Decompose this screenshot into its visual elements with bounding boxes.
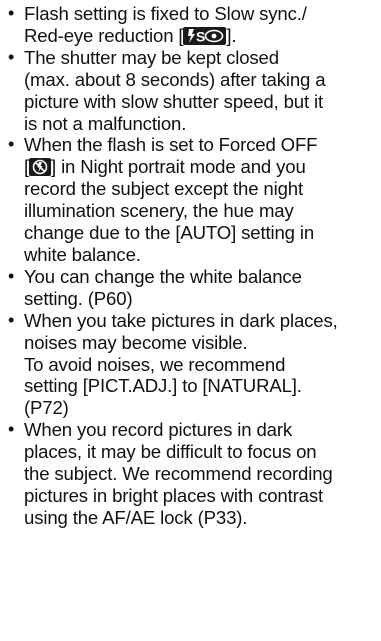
line-text: record the subject except the night	[24, 178, 303, 200]
line-text: illumination scenery, the hue may	[24, 200, 294, 222]
line-text: ].	[226, 24, 237, 46]
flash-slow-sync-red-eye-icon: S	[183, 26, 227, 45]
text-line: [ ] in Night portrait mode and you	[24, 156, 375, 178]
list-item-forced-off: When the flash is set to Forced OFF [ ] …	[6, 134, 375, 265]
line-text: white balance.	[24, 243, 141, 265]
line-text: (P72)	[24, 397, 69, 419]
text-line: noises may become visible.	[24, 332, 375, 354]
text-line: Flash setting is fixed to Slow sync./	[24, 3, 375, 25]
text-line: change due to the [AUTO] setting in	[24, 222, 375, 244]
text-line: (max. about 8 seconds) after taking a	[24, 69, 375, 91]
line-text: using the AF/AE lock (P33).	[24, 506, 248, 528]
line-text: The shutter may be kept closed	[24, 46, 279, 68]
line-text: When you take pictures in dark places,	[24, 309, 338, 331]
line-text: setting [PICT.ADJ.] to [NATURAL].	[24, 375, 302, 397]
text-line: using the AF/AE lock (P33).	[24, 507, 375, 529]
text-line: When you take pictures in dark places,	[24, 310, 375, 332]
line-text: change due to the [AUTO] setting in	[24, 222, 315, 244]
line-text: ] in Night portrait mode and you	[51, 156, 306, 178]
list-item-white-balance: You can change the white balance setting…	[6, 266, 375, 310]
line-text: the subject. We recommend recording	[24, 463, 333, 485]
list-item-flash-setting: Flash setting is fixed to Slow sync./ Re…	[6, 3, 375, 47]
text-line: Red-eye reduction [ S ].	[24, 25, 375, 47]
text-line: pictures in bright places with contrast	[24, 485, 375, 507]
line-text: setting. (P60)	[24, 287, 133, 309]
line-text: Flash setting is fixed to Slow sync./	[24, 3, 307, 24]
line-text: pictures in bright places with contrast	[24, 484, 324, 506]
text-line: illumination scenery, the hue may	[24, 200, 375, 222]
line-text: Red-eye reduction [	[24, 24, 184, 46]
svg-text:S: S	[196, 28, 205, 44]
manual-page: Flash setting is fixed to Slow sync./ Re…	[0, 0, 381, 641]
text-line: You can change the white balance	[24, 266, 375, 288]
line-text: To avoid noises, we recommend	[24, 353, 286, 375]
text-line: The shutter may be kept closed	[24, 47, 375, 69]
list-item-shutter: The shutter may be kept closed (max. abo…	[6, 47, 375, 135]
flash-forced-off-icon	[29, 158, 52, 177]
text-line: To avoid noises, we recommend	[24, 354, 375, 376]
text-line: is not a malfunction.	[24, 113, 375, 135]
text-line: white balance.	[24, 244, 375, 266]
line-text: is not a malfunction.	[24, 112, 187, 134]
line-text: When the flash is set to Forced OFF	[24, 134, 318, 156]
text-line: picture with slow shutter speed, but it	[24, 91, 375, 113]
line-text: picture with slow shutter speed, but it	[24, 90, 324, 112]
text-line: record the subject except the night	[24, 178, 375, 200]
text-line: When you record pictures in dark	[24, 419, 375, 441]
line-text: When you record pictures in dark	[24, 419, 293, 441]
text-line: places, it may be difficult to focus on	[24, 441, 375, 463]
text-line: setting. (P60)	[24, 288, 375, 310]
list-item-focus: When you record pictures in dark places,…	[6, 419, 375, 529]
notes-list: Flash setting is fixed to Slow sync./ Re…	[6, 3, 375, 529]
text-line: the subject. We recommend recording	[24, 463, 375, 485]
line-text: (max. about 8 seconds) after taking a	[24, 68, 326, 90]
list-item-noise: When you take pictures in dark places, n…	[6, 310, 375, 420]
text-line: setting [PICT.ADJ.] to [NATURAL].	[24, 375, 375, 397]
text-line: (P72)	[24, 397, 375, 419]
text-line: When the flash is set to Forced OFF	[24, 134, 375, 156]
line-text: You can change the white balance	[24, 265, 302, 287]
line-text: places, it may be difficult to focus on	[24, 441, 317, 463]
line-text: noises may become visible.	[24, 331, 248, 353]
